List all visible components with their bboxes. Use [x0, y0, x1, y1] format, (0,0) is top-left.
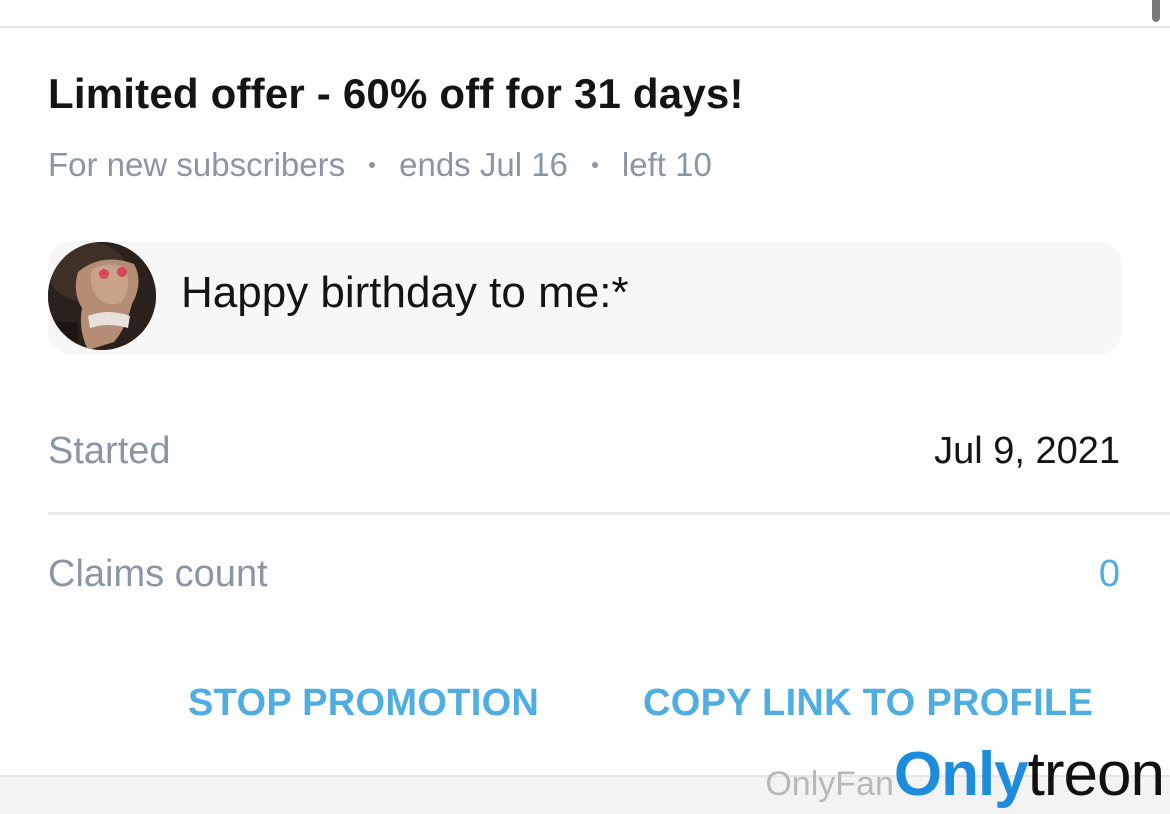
watermark-brand-blue: Only — [893, 740, 1029, 809]
separator-dot — [369, 162, 376, 168]
promotion-meta: For new subscribers ends Jul 16 left 10 — [48, 146, 712, 184]
separator-dot — [591, 162, 598, 168]
avatar[interactable] — [48, 242, 156, 350]
watermark-brand-black: treon — [1027, 740, 1165, 809]
scrollbar-thumb[interactable] — [1152, 0, 1160, 22]
watermark-prefix: OnlyFan — [765, 765, 894, 803]
top-divider — [0, 26, 1170, 28]
claims-count-label: Claims count — [48, 553, 268, 595]
promotion-title: Limited offer - 60% off for 31 days! — [48, 70, 744, 117]
copy-link-to-profile-button[interactable]: COPY LINK TO PROFILE — [643, 682, 1093, 725]
promotion-end-date: ends Jul 16 — [399, 146, 568, 183]
stop-promotion-button[interactable]: STOP PROMOTION — [188, 682, 539, 725]
user-avatar-photo-icon — [48, 242, 156, 350]
promotion-remaining: left 10 — [621, 146, 712, 183]
promotion-message-text: Happy birthday to me:* — [181, 268, 629, 317]
promotion-audience: For new subscribers — [48, 146, 346, 183]
stats-divider — [48, 512, 1170, 515]
started-label: Started — [48, 430, 171, 472]
started-value: Jul 9, 2021 — [934, 430, 1120, 472]
claims-count-value[interactable]: 0 — [1099, 553, 1120, 596]
watermark-logo: OnlyFan Only treon — [765, 739, 1165, 810]
